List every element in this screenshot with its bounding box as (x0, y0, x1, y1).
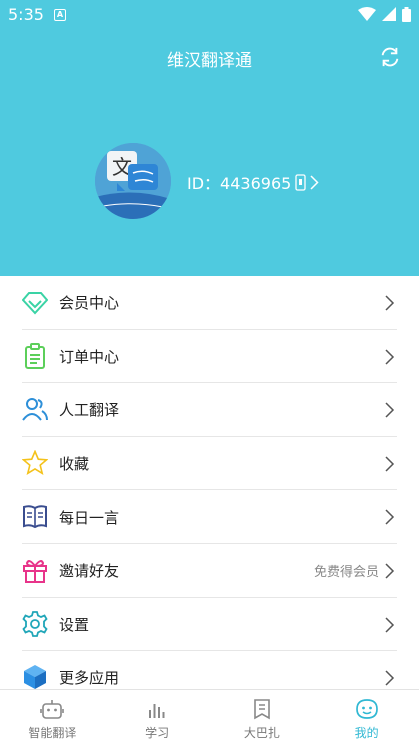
chevron-right-icon (385, 402, 395, 418)
note-icon (254, 699, 270, 720)
menu-item-label: 会员中心 (59, 294, 120, 313)
chevron-right-icon (385, 617, 395, 633)
avatar[interactable]: 文 (95, 143, 171, 219)
menu-item-invite-friends[interactable]: 邀请好友 免费得会员 (0, 544, 419, 598)
people-icon (22, 398, 48, 421)
chevron-right-icon (310, 174, 319, 190)
menu-item-orders[interactable]: 订单中心 (0, 330, 419, 384)
menu-item-settings[interactable]: 设置 (0, 598, 419, 652)
user-id-text: ID：4436965 (187, 174, 292, 193)
menu-item-label: 人工翻译 (59, 401, 120, 420)
robot-icon (40, 700, 65, 719)
tab-mine[interactable]: 我的 (314, 690, 419, 746)
bars-icon (149, 704, 165, 718)
clipboard-icon (25, 342, 45, 369)
app-title: 维汉翻译通 (167, 51, 252, 71)
translate-logo-icon: 文 (95, 143, 171, 219)
tab-label: 我的 (354, 726, 379, 740)
phone-icon (295, 173, 306, 191)
menu-item-label: 每日一言 (59, 508, 120, 527)
status-bar: 5:35 A (0, 0, 419, 30)
chevron-right-icon (385, 349, 395, 365)
tab-label: 大巴扎 (243, 726, 280, 740)
tab-learn[interactable]: 学习 (105, 690, 210, 746)
app-notification-icon: A (54, 9, 66, 21)
gift-icon (23, 560, 47, 583)
bottom-tab-bar: 智能翻译 学习 大巴扎 我的 (0, 689, 419, 746)
profile-header: 5:35 A 维汉翻译通 文 ID：4436965 (0, 0, 419, 276)
tab-smart-translate[interactable]: 智能翻译 (0, 690, 105, 746)
user-id[interactable]: ID：4436965 (187, 170, 319, 194)
cube-icon (24, 665, 46, 690)
menu-item-label: 订单中心 (59, 347, 120, 366)
chevron-right-icon (385, 456, 395, 472)
face-icon (355, 699, 378, 719)
tab-bazaar[interactable]: 大巴扎 (210, 690, 315, 746)
settings-menu: 会员中心 订单中心 人工翻译 收藏 每日一言 邀请好友 免费得会员 设置 更多应… (0, 276, 419, 705)
menu-item-label: 收藏 (59, 455, 90, 474)
book-icon (23, 505, 47, 529)
chevron-right-icon (385, 295, 395, 311)
menu-item-label: 设置 (59, 615, 90, 634)
menu-item-membership[interactable]: 会员中心 (0, 276, 419, 330)
wifi-icon (358, 7, 376, 21)
menu-item-favorites[interactable]: 收藏 (0, 437, 419, 491)
signal-icon (382, 7, 396, 21)
free-membership-hint: 免费得会员 (313, 565, 379, 581)
refresh-icon[interactable] (379, 46, 401, 68)
chevron-right-icon (385, 563, 395, 579)
battery-icon (402, 6, 411, 22)
tab-label: 学习 (145, 726, 170, 740)
gear-icon (22, 610, 48, 637)
tab-label: 智能翻译 (28, 726, 77, 740)
status-time: 5:35 (8, 5, 44, 24)
status-icons (358, 6, 411, 22)
menu-item-human-translation[interactable]: 人工翻译 (0, 383, 419, 437)
menu-item-label: 邀请好友 (59, 562, 120, 581)
chevron-right-icon (385, 509, 395, 525)
chevron-right-icon (385, 670, 395, 686)
diamond-icon (22, 292, 48, 315)
menu-item-daily-quote[interactable]: 每日一言 (0, 490, 419, 544)
menu-item-label: 更多应用 (59, 669, 120, 688)
star-icon (22, 449, 48, 475)
